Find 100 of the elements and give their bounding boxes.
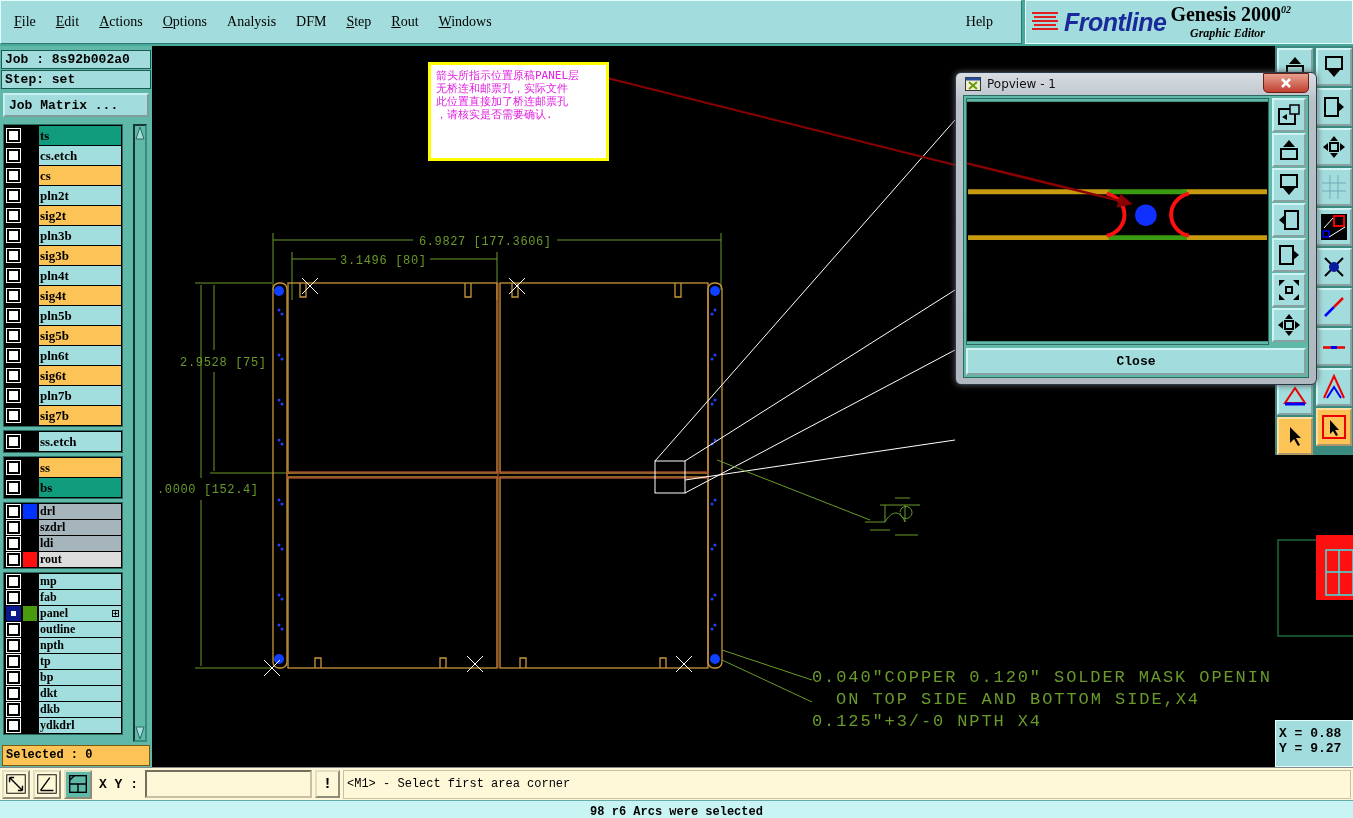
menu-item[interactable]: Analysis [227, 14, 287, 30]
snap-tool-button[interactable] [33, 769, 61, 799]
layer-name[interactable]: ss [39, 458, 121, 477]
layer-checkbox[interactable] [7, 249, 20, 262]
tool-button[interactable] [1315, 328, 1352, 366]
layer-checkbox[interactable] [7, 169, 20, 182]
layer-name[interactable]: cs [39, 166, 121, 185]
view-tool-button[interactable] [1272, 273, 1306, 307]
layer-checkbox[interactable] [7, 229, 20, 242]
menu-item[interactable]: File [14, 14, 46, 30]
menu-item[interactable]: Windows [438, 14, 502, 30]
xy-input-field[interactable] [145, 770, 312, 798]
layer-checkbox[interactable] [7, 623, 20, 636]
menu-item[interactable]: Options [162, 14, 218, 30]
layer-name[interactable]: npth [39, 638, 121, 653]
tool-button[interactable] [1315, 48, 1352, 86]
layer-checkbox[interactable] [7, 537, 20, 550]
layer-name[interactable]: sig7b [39, 406, 121, 425]
tool-button[interactable] [1315, 408, 1352, 446]
snap-tool-button[interactable] [2, 769, 30, 799]
layer-checkbox[interactable] [7, 389, 20, 402]
layer-name[interactable]: pln2t [39, 186, 121, 205]
layer-name[interactable]: ydkdrl [39, 718, 121, 733]
menu-item[interactable]: Actions [99, 14, 153, 30]
menu-item[interactable]: DFM [296, 14, 337, 30]
layer-checkbox[interactable] [7, 149, 20, 162]
view-tool-button[interactable] [1272, 168, 1306, 202]
alert-button[interactable]: ! [315, 770, 340, 798]
layer-name[interactable]: pln3b [39, 226, 121, 245]
layer-checkbox[interactable] [7, 129, 20, 142]
layer-name[interactable]: sig5b [39, 326, 121, 345]
layer-name[interactable]: dkb [39, 702, 121, 717]
layer-name[interactable]: bs [39, 478, 121, 497]
menu-item[interactable]: Rout [391, 14, 429, 30]
layer-checkbox[interactable] [7, 591, 20, 604]
layer-checkbox[interactable] [7, 329, 20, 342]
tool-button[interactable] [1315, 168, 1352, 206]
layer-checkbox[interactable] [7, 409, 20, 422]
tool-button[interactable] [1315, 208, 1352, 246]
view-tool-button[interactable] [1272, 238, 1306, 272]
layer-name[interactable]: ldi [39, 536, 121, 551]
scrollbar[interactable] [133, 124, 147, 742]
layer-name[interactable]: fab [39, 590, 121, 605]
layer-name[interactable]: sig2t [39, 206, 121, 225]
layer-checkbox[interactable] [7, 435, 20, 448]
layer-name[interactable]: pln6t [39, 346, 121, 365]
layer-checkbox[interactable] [7, 349, 20, 362]
help-menu[interactable]: Help [965, 14, 1003, 30]
layer-checkbox[interactable] [7, 719, 20, 732]
tool-button[interactable] [1315, 88, 1352, 126]
layer-checkbox[interactable] [7, 671, 20, 684]
close-button[interactable] [1263, 73, 1309, 93]
layer-name[interactable]: pln5b [39, 306, 121, 325]
layer-name[interactable]: cs.etch [39, 146, 121, 165]
tool-button[interactable] [1277, 417, 1313, 455]
menu-item[interactable]: Step [346, 14, 382, 30]
layer-checkbox[interactable] [7, 189, 20, 202]
layer-checkbox[interactable] [7, 369, 20, 382]
view-tool-button[interactable] [1272, 308, 1306, 342]
layer-name[interactable]: sig4t [39, 286, 121, 305]
layer-checkbox[interactable] [7, 209, 20, 222]
layer-checkbox[interactable] [7, 269, 20, 282]
view-tool-button[interactable] [1272, 133, 1306, 167]
layer-name[interactable]: panel [39, 606, 121, 621]
layer-name[interactable]: rout [39, 552, 121, 567]
layer-checkbox[interactable] [7, 655, 20, 668]
layer-checkbox[interactable] [7, 505, 20, 518]
layer-name[interactable]: szdrl [39, 520, 121, 535]
layer-name[interactable]: dkt [39, 686, 121, 701]
layer-checkbox[interactable] [7, 639, 20, 652]
layer-checkbox[interactable] [7, 553, 20, 566]
layer-checkbox[interactable] [7, 687, 20, 700]
layer-name[interactable]: sig6t [39, 366, 121, 385]
close-button[interactable]: Close [966, 348, 1306, 375]
job-matrix-button[interactable]: Job Matrix ... [3, 93, 149, 117]
layer-name[interactable]: pln4t [39, 266, 121, 285]
view-tool-button[interactable] [1272, 203, 1306, 237]
tool-button[interactable] [1315, 128, 1352, 166]
layer-name[interactable]: mp [39, 574, 121, 589]
snap-tool-button[interactable] [64, 769, 92, 799]
layer-checkbox[interactable] [7, 703, 20, 716]
layer-checkbox[interactable] [7, 289, 20, 302]
layer-name[interactable]: outline [39, 622, 121, 637]
layer-name[interactable]: sig3b [39, 246, 121, 265]
layer-checkbox[interactable] [7, 575, 20, 588]
layer-name[interactable]: tp [39, 654, 121, 669]
menu-item[interactable]: Edit [55, 14, 90, 30]
tool-button[interactable] [1315, 288, 1352, 326]
tool-button[interactable] [1315, 248, 1352, 286]
layer-name[interactable]: bp [39, 670, 121, 685]
view-tool-button[interactable] [1272, 98, 1306, 132]
layer-checkbox[interactable] [7, 607, 20, 620]
layer-name[interactable]: ss.etch [39, 432, 121, 451]
layer-checkbox[interactable] [7, 521, 20, 534]
layer-name[interactable]: pln7b [39, 386, 121, 405]
layer-checkbox[interactable] [7, 309, 20, 322]
layer-checkbox[interactable] [7, 461, 20, 474]
tool-button[interactable] [1315, 368, 1352, 406]
layer-name[interactable]: ts [39, 126, 121, 145]
layer-checkbox[interactable] [7, 481, 20, 494]
